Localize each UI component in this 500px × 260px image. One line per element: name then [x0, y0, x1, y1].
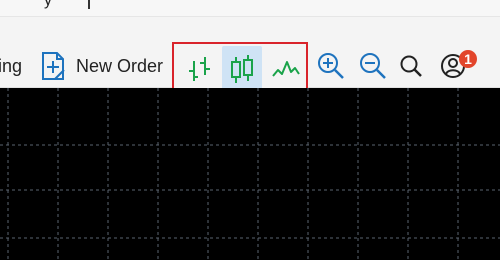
- menu-partial-text: y: [44, 0, 52, 9]
- menu-bar: y: [0, 0, 500, 17]
- menu-separator: [88, 0, 90, 9]
- bar-chart-icon: [189, 57, 210, 81]
- toolbar-partial-label[interactable]: ing: [0, 56, 22, 77]
- candlestick-chart-icon: [231, 55, 253, 83]
- zoom-out-icon: [360, 53, 386, 79]
- candlestick-chart-button[interactable]: [222, 46, 262, 94]
- new-order-icon[interactable]: [38, 50, 68, 82]
- trading-terminal: y ing New Order 1: [0, 0, 500, 260]
- zoom-out-button[interactable]: [356, 48, 390, 84]
- main-toolbar: ing New Order: [0, 17, 500, 98]
- bar-chart-button[interactable]: [182, 50, 216, 90]
- zoom-in-icon: [318, 53, 344, 79]
- search-button[interactable]: [396, 50, 426, 82]
- line-chart-icon: [272, 61, 300, 77]
- search-icon: [400, 55, 422, 77]
- notification-badge: 1: [459, 50, 477, 68]
- chart-area[interactable]: [0, 88, 500, 260]
- zoom-in-button[interactable]: [314, 48, 348, 84]
- line-chart-button[interactable]: [268, 50, 304, 90]
- new-order-button[interactable]: New Order: [76, 56, 163, 77]
- chart-grid: [0, 88, 500, 260]
